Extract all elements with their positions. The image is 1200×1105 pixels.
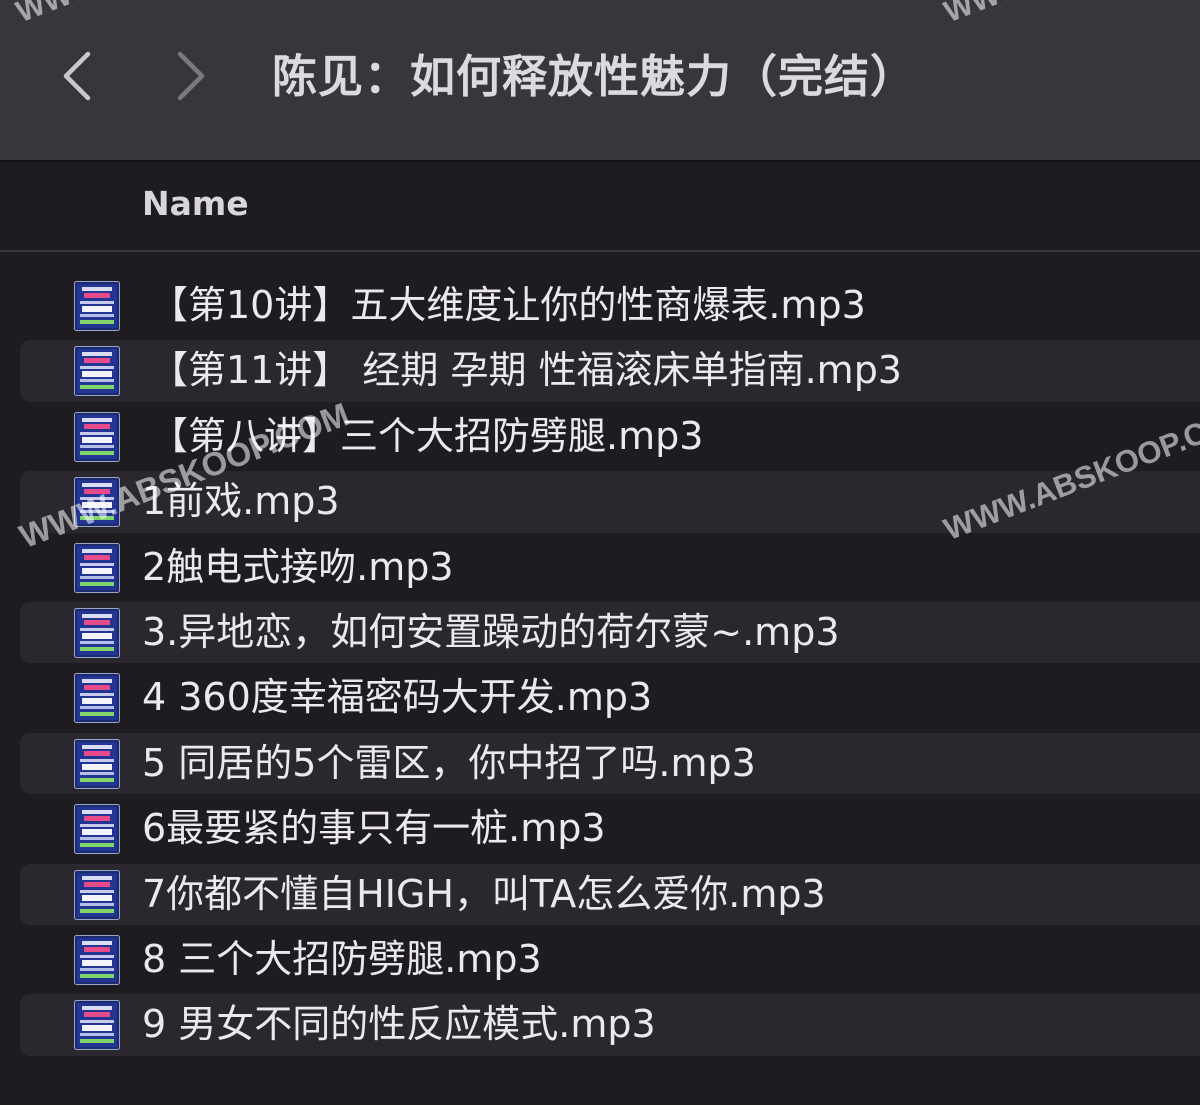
file-name: 【第八讲】三个大招防劈腿.mp3 (150, 413, 704, 458)
chevron-left-icon (63, 51, 91, 101)
file-name: 1前戏.mp3 (142, 479, 340, 524)
file-row[interactable]: 【第八讲】三个大招防劈腿.mp3 (0, 404, 1200, 469)
file-name: 3.异地恋，如何安置躁动的荷尔蒙~.mp3 (142, 609, 840, 654)
file-name: 4 360度幸福密码大开发.mp3 (142, 675, 653, 720)
audio-file-icon (74, 346, 120, 397)
file-row[interactable]: 6最要紧的事只有一桩.mp3 (0, 796, 1200, 861)
audio-file-icon (74, 542, 120, 593)
audio-file-icon (74, 934, 120, 985)
audio-file-icon (74, 411, 120, 462)
file-row[interactable]: 5 同居的5个雷区，你中招了吗.mp3 (0, 731, 1200, 796)
audio-file-icon (74, 281, 120, 331)
file-name: 【第10讲】五大维度让你的性商爆表.mp3 (150, 283, 866, 327)
file-name: 2触电式接吻.mp3 (142, 544, 454, 589)
file-list: 【第10讲】五大维度让你的性商爆表.mp3 【第11讲】 经期 孕期 性福滚床单… (0, 273, 1200, 1058)
file-name: 8 三个大招防劈腿.mp3 (142, 936, 542, 981)
file-row[interactable]: 1前戏.mp3 (0, 469, 1200, 534)
file-row[interactable]: 2触电式接吻.mp3 (0, 535, 1200, 600)
file-name: 7你都不懂自HIGH，叫TA怎么爱你.mp3 (142, 871, 826, 916)
audio-file-icon (74, 869, 120, 920)
file-name: 6最要紧的事只有一桩.mp3 (142, 806, 606, 851)
file-row[interactable]: 【第11讲】 经期 孕期 性福滚床单指南.mp3 (0, 338, 1200, 403)
audio-file-icon (74, 673, 120, 724)
file-row[interactable]: 9 男女不同的性反应模式.mp3 (0, 992, 1200, 1057)
chevron-right-icon (177, 51, 205, 101)
back-button[interactable] (46, 44, 106, 108)
file-row[interactable]: 8 三个大招防劈腿.mp3 (0, 927, 1200, 992)
file-name: 9 男女不同的性反应模式.mp3 (142, 1002, 656, 1047)
window-titlebar: 陈见：如何释放性魅力（完结） (0, 0, 1200, 162)
list-column-header: Name (0, 162, 1200, 252)
file-name: 5 同居的5个雷区，你中招了吗.mp3 (142, 740, 756, 785)
file-row[interactable]: 4 360度幸福密码大开发.mp3 (0, 665, 1200, 730)
audio-file-icon (74, 1000, 120, 1051)
audio-file-icon (74, 477, 120, 528)
audio-file-icon (74, 607, 120, 658)
window-title: 陈见：如何释放性魅力（完结） (272, 50, 917, 103)
audio-file-icon (74, 738, 120, 789)
file-name: 【第11讲】 经期 孕期 性福滚床单指南.mp3 (150, 348, 902, 393)
audio-file-icon (74, 804, 120, 855)
file-row[interactable]: 7你都不懂自HIGH，叫TA怎么爱你.mp3 (0, 862, 1200, 927)
file-row[interactable]: 3.异地恋，如何安置躁动的荷尔蒙~.mp3 (0, 600, 1200, 665)
forward-button[interactable] (162, 44, 222, 108)
file-row[interactable]: 【第10讲】五大维度让你的性商爆表.mp3 (0, 273, 1200, 338)
name-column-header[interactable]: Name (142, 184, 249, 223)
